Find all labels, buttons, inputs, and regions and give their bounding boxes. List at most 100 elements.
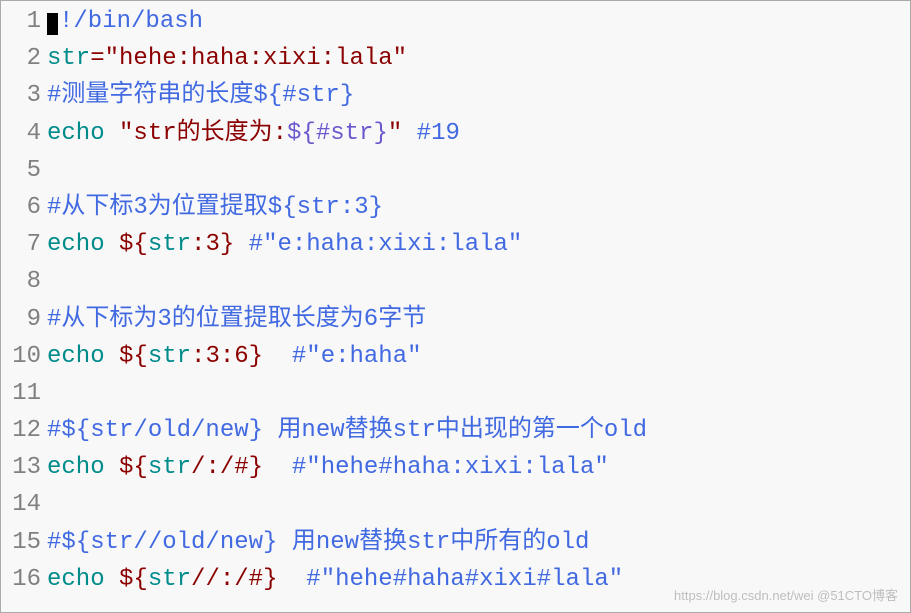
- code-line: 3#测量字符串的长度${#str}: [3, 77, 910, 114]
- line-content: [47, 375, 910, 412]
- line-number: 4: [3, 115, 47, 152]
- code-line: 6#从下标3为位置提取${str:3}: [3, 189, 910, 226]
- code-line: 10echo ${str:3:6} #"e:haha": [3, 338, 910, 375]
- code-token: =: [90, 45, 104, 72]
- line-content: str="hehe:haha:xixi:lala": [47, 40, 910, 77]
- line-content: #从下标为3的位置提取长度为6字节: [47, 301, 910, 338]
- line-number: 16: [3, 561, 47, 598]
- code-token: :: [220, 566, 234, 593]
- code-token: echo: [47, 120, 105, 147]
- code-token: //: [191, 566, 220, 593]
- code-line: 1 !/bin/bash: [3, 3, 910, 40]
- code-token: [402, 120, 416, 147]
- line-number: 15: [3, 524, 47, 561]
- code-token: /: [191, 454, 205, 481]
- code-token: "str的长度为:: [119, 120, 287, 147]
- code-line: 12#${str/old/new} 用new替换str中出现的第一个old: [3, 412, 910, 449]
- line-content: echo ${str:3:6} #"e:haha": [47, 338, 910, 375]
- code-token: str: [148, 566, 191, 593]
- line-number: 14: [3, 486, 47, 523]
- code-token: ${: [119, 454, 148, 481]
- code-token: [105, 343, 119, 370]
- line-number: 12: [3, 412, 47, 449]
- code-token: #"hehe#haha:xixi:lala": [292, 454, 609, 481]
- code-token: str: [148, 454, 191, 481]
- line-number: 8: [3, 263, 47, 300]
- code-line: 13echo ${str/:/#} #"hehe#haha:xixi:lala": [3, 449, 910, 486]
- code-token: /#}: [234, 566, 277, 593]
- code-token: #从下标3为位置提取${str:3}: [47, 194, 383, 221]
- code-token: [263, 343, 292, 370]
- code-line: 7echo ${str:3} #"e:haha:xixi:lala": [3, 226, 910, 263]
- code-token: ": [388, 120, 402, 147]
- code-token: echo: [47, 231, 105, 258]
- code-token: echo: [47, 454, 105, 481]
- line-number: 7: [3, 226, 47, 263]
- code-token: ${: [119, 231, 148, 258]
- line-number: 9: [3, 301, 47, 338]
- line-content: #从下标3为位置提取${str:3}: [47, 189, 910, 226]
- code-token: #从下标为3的位置提取长度为6字节: [47, 306, 426, 333]
- line-content: #${str/old/new} 用new替换str中出现的第一个old: [47, 412, 910, 449]
- line-number: 6: [3, 189, 47, 226]
- code-token: [105, 231, 119, 258]
- line-content: echo ${str:3} #"e:haha:xixi:lala": [47, 226, 910, 263]
- code-line: 11: [3, 375, 910, 412]
- code-token: [105, 566, 119, 593]
- line-content: !/bin/bash: [47, 3, 910, 40]
- line-number: 3: [3, 77, 47, 114]
- line-number: 13: [3, 449, 47, 486]
- code-token: str: [47, 45, 90, 72]
- line-content: [47, 486, 910, 523]
- code-line: 4echo "str的长度为:${#str}" #19: [3, 115, 910, 152]
- code-token: 6: [234, 343, 248, 370]
- line-content: #测量字符串的长度${#str}: [47, 77, 910, 114]
- code-token: ${: [119, 343, 148, 370]
- code-line: 2str="hehe:haha:xixi:lala": [3, 40, 910, 77]
- code-token: }: [220, 231, 234, 258]
- code-token: #"e:haha:xixi:lala": [249, 231, 523, 258]
- line-number: 5: [3, 152, 47, 189]
- code-line: 5: [3, 152, 910, 189]
- line-content: [47, 152, 910, 189]
- code-token: #"hehe#haha#xixi#lala": [306, 566, 623, 593]
- code-line: 14: [3, 486, 910, 523]
- code-token: str: [148, 343, 191, 370]
- code-token: 3: [205, 231, 219, 258]
- code-token: #${str//old/new} 用new替换str中所有的old: [47, 529, 589, 556]
- line-number: 11: [3, 375, 47, 412]
- code-token: ${: [119, 566, 148, 593]
- code-token: }: [249, 343, 263, 370]
- code-token: :: [191, 343, 205, 370]
- watermark-text: https://blog.csdn.net/wei @51CTO博客: [674, 586, 898, 606]
- code-token: "hehe:haha:xixi:lala": [105, 45, 407, 72]
- code-token: ${#str}: [287, 120, 388, 147]
- code-token: #19: [417, 120, 460, 147]
- line-number: 2: [3, 40, 47, 77]
- code-editor: 1!/bin/bash2str="hehe:haha:xixi:lala"3#测…: [1, 1, 910, 598]
- line-content: [47, 263, 910, 300]
- line-number: 1: [3, 3, 47, 40]
- code-token: :: [191, 231, 205, 258]
- code-line: 9#从下标为3的位置提取长度为6字节: [3, 301, 910, 338]
- line-content: echo "str的长度为:${#str}" #19: [47, 115, 910, 152]
- code-token: #"e:haha": [292, 343, 422, 370]
- line-content: echo ${str/:/#} #"hehe#haha:xixi:lala": [47, 449, 910, 486]
- line-number: 10: [3, 338, 47, 375]
- code-token: str: [148, 231, 191, 258]
- code-line: 15#${str//old/new} 用new替换str中所有的old: [3, 524, 910, 561]
- text-cursor: [47, 13, 58, 35]
- code-token: [105, 454, 119, 481]
- code-token: [234, 231, 248, 258]
- code-token: 3: [205, 343, 219, 370]
- code-token: #测量字符串的长度${#str}: [47, 82, 354, 109]
- code-token: #${str/old/new} 用new替换str中出现的第一个old: [47, 417, 647, 444]
- code-token: [277, 566, 306, 593]
- line-content: #${str//old/new} 用new替换str中所有的old: [47, 524, 910, 561]
- code-token: echo: [47, 566, 105, 593]
- code-token: /#}: [220, 454, 263, 481]
- code-token: !/bin/bash: [59, 8, 203, 35]
- code-token: :: [220, 343, 234, 370]
- code-token: [105, 120, 119, 147]
- code-token: :: [205, 454, 219, 481]
